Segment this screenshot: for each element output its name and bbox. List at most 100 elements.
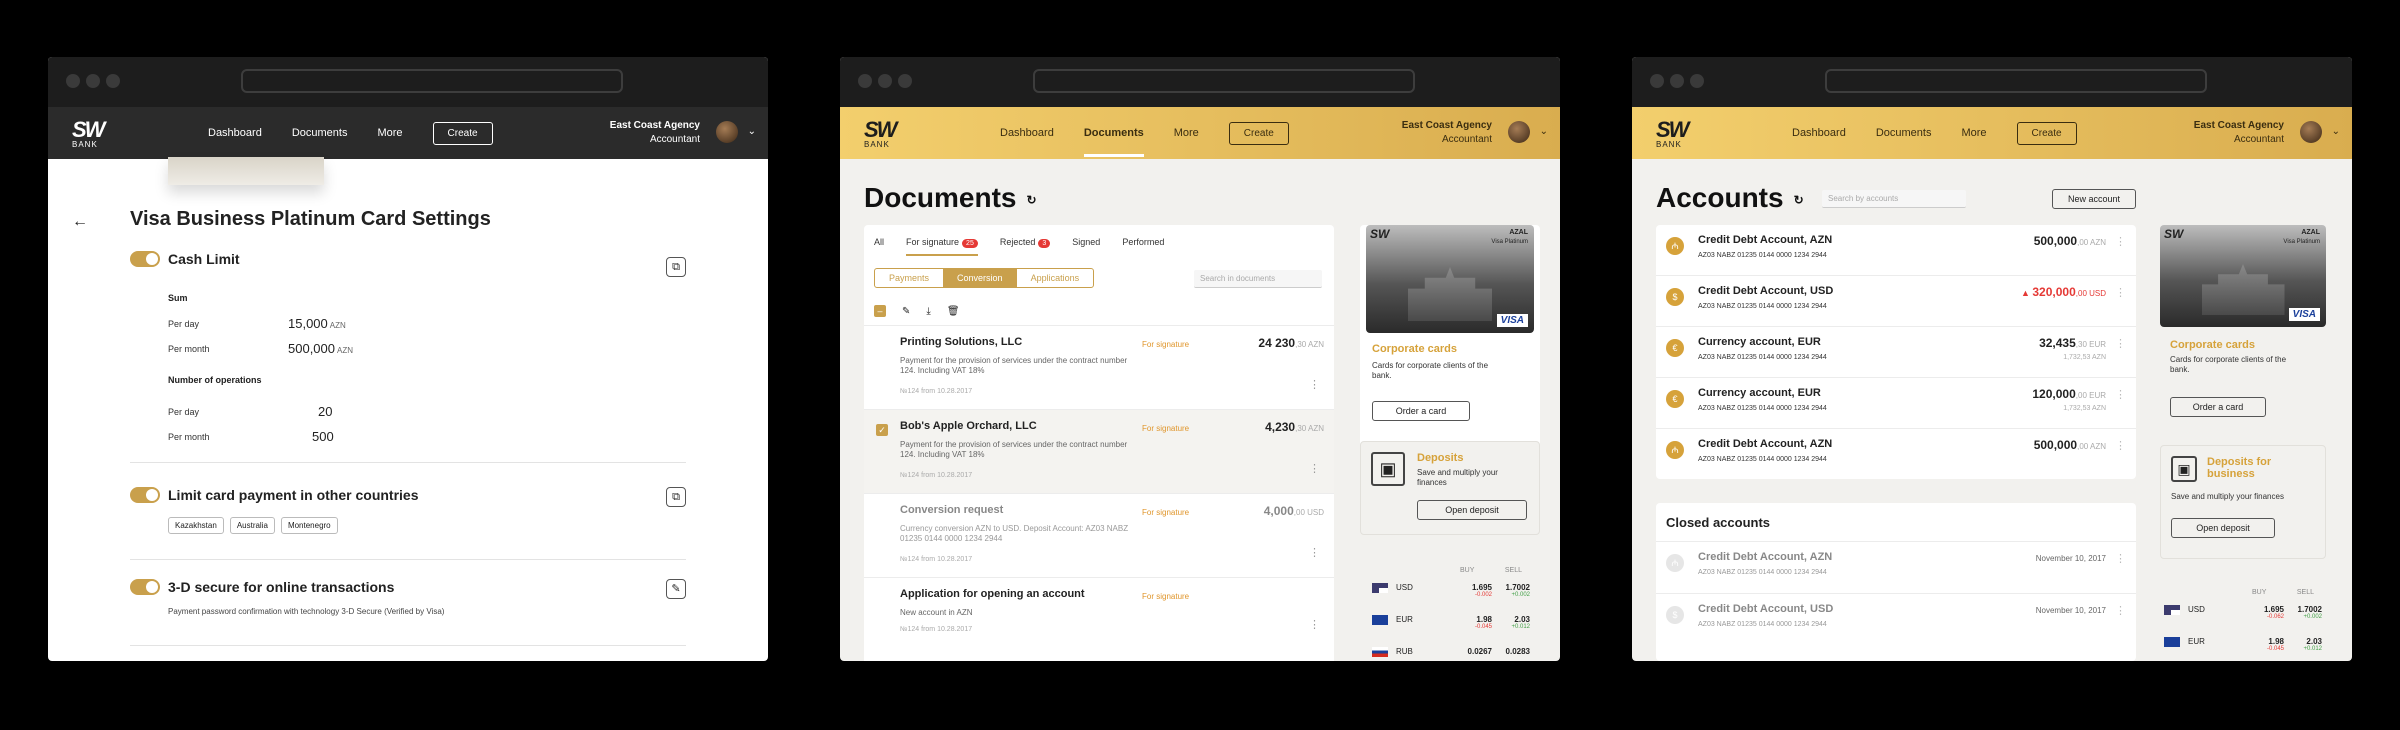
order-card-button[interactable]: Order a card (2170, 397, 2266, 417)
chevron-down-icon[interactable]: ⌄ (1540, 125, 1548, 139)
account-row[interactable]: ₼ Credit Debt Account, AZN AZ03 NABZ 01235… (1656, 428, 2136, 479)
window-dot[interactable] (1690, 74, 1704, 88)
tab-rejected[interactable]: Rejected 3 (1000, 237, 1051, 256)
chevron-down-icon[interactable]: ⌄ (2332, 125, 2340, 139)
more-icon[interactable]: ⋮ (1309, 546, 1320, 559)
country-chip[interactable]: Montenegro (280, 517, 338, 534)
copy-icon[interactable]: ⧉ (666, 257, 686, 277)
more-icon[interactable]: ⋮ (1309, 618, 1320, 631)
window-dot[interactable] (1670, 74, 1684, 88)
open-deposit-button[interactable]: Open deposit (1417, 500, 1527, 520)
nav-more[interactable]: More (1961, 127, 1986, 139)
window-dot[interactable] (86, 74, 100, 88)
more-icon[interactable]: ⋮ (2115, 552, 2126, 565)
select-all-checkbox[interactable]: – (874, 305, 886, 317)
window-dot[interactable] (66, 74, 80, 88)
window-dot[interactable] (898, 74, 912, 88)
us-flag-icon (1372, 583, 1388, 593)
bank-logo[interactable]: SW BANK (864, 119, 930, 150)
nav-dashboard[interactable]: Dashboard (1000, 127, 1054, 139)
edit-icon[interactable]: ✎ (902, 306, 910, 317)
more-icon[interactable]: ⋮ (1309, 462, 1320, 475)
nav-documents[interactable]: Documents (1876, 127, 1932, 139)
nav-more[interactable]: More (377, 127, 402, 139)
more-icon[interactable]: ⋮ (2115, 235, 2126, 248)
account-switcher[interactable]: East Coast Agency Accountant ⌄ (610, 119, 756, 147)
warning-icon: ▲ (2020, 288, 2033, 298)
ops-day-value[interactable]: 20 (318, 404, 332, 419)
tab-signed[interactable]: Signed (1072, 237, 1100, 256)
more-icon[interactable]: ⋮ (1309, 378, 1320, 391)
secure-toggle[interactable] (130, 579, 160, 595)
more-icon[interactable]: ⋮ (2115, 388, 2126, 401)
search-input[interactable]: Search by accounts (1822, 190, 1966, 208)
doc-row[interactable]: ✓ Bob's Apple Orchard, LLC Payment for t… (864, 409, 1334, 493)
new-account-button[interactable]: New account (2052, 189, 2136, 209)
more-icon[interactable]: ⋮ (2115, 439, 2126, 452)
buy-delta: -0.002 (1474, 592, 1492, 598)
ops-month-value[interactable]: 500 (312, 429, 334, 444)
create-button[interactable]: Create (432, 121, 493, 145)
more-icon[interactable]: ⋮ (2115, 337, 2126, 350)
country-chip[interactable]: Kazakhstan (168, 517, 224, 534)
open-deposit-button[interactable]: Open deposit (2171, 518, 2275, 538)
account-switcher[interactable]: East Coast Agency Accountant ⌄ (1402, 119, 1548, 147)
seg-conversion[interactable]: Conversion (943, 269, 1017, 287)
nav-documents[interactable]: Documents (292, 127, 348, 139)
closed-account-row[interactable]: $ Credit Debt Account, USD AZ03 NABZ 01235… (1656, 593, 2136, 645)
seg-payments[interactable]: Payments (875, 269, 943, 287)
address-bar[interactable] (241, 69, 623, 93)
back-arrow-icon[interactable]: ← (72, 213, 88, 231)
address-bar[interactable] (1825, 69, 2207, 93)
nav-dashboard[interactable]: Dashboard (1792, 127, 1846, 139)
refresh-icon[interactable]: ↻ (1794, 193, 1804, 207)
sell-rate: 2.03 (2306, 637, 2322, 646)
account-row[interactable]: € Currency account, EUR AZ03 NABZ 01235 01… (1656, 377, 2136, 428)
documents-panel: All For signature 25 Rejected 3 Signed Per… (864, 225, 1334, 661)
copy-icon[interactable]: ⧉ (666, 487, 686, 507)
chevron-down-icon[interactable]: ⌄ (748, 125, 756, 139)
tab-performed[interactable]: Performed (1122, 237, 1164, 256)
country-chip[interactable]: Australia (229, 517, 275, 534)
cash-limit-toggle[interactable] (130, 251, 160, 267)
sum-month-value[interactable]: 500,000 (288, 341, 335, 356)
account-row[interactable]: $ Credit Debt Account, USD AZ03 NABZ 01235… (1656, 275, 2136, 326)
window-dot[interactable] (878, 74, 892, 88)
tab-for-signature[interactable]: For signature 25 (906, 237, 978, 256)
search-input[interactable]: Search in documents (1194, 270, 1322, 288)
trash-icon[interactable]: 🗑 (947, 306, 960, 317)
window-dot[interactable] (106, 74, 120, 88)
window-dot[interactable] (1650, 74, 1664, 88)
nav-dashboard[interactable]: Dashboard (208, 127, 262, 139)
row-checkbox[interactable]: ✓ (876, 424, 888, 436)
download-icon[interactable]: ⤓ (926, 306, 930, 317)
more-icon[interactable]: ⋮ (2115, 604, 2126, 617)
doc-row[interactable]: Printing Solutions, LLC Payment for the … (864, 325, 1334, 409)
currency: AZN (337, 346, 353, 355)
more-icon[interactable]: ⋮ (2115, 286, 2126, 299)
doc-row[interactable]: Conversion request Currency conversion A… (864, 493, 1334, 577)
limit-countries-toggle[interactable] (130, 487, 160, 503)
window-dot[interactable] (858, 74, 872, 88)
refresh-icon[interactable]: ↻ (1026, 193, 1036, 207)
account-row[interactable]: € Currency account, EUR AZ03 NABZ 01235 01… (1656, 326, 2136, 377)
account-name: Credit Debt Account, AZN (1698, 551, 1833, 563)
tab-all[interactable]: All (874, 237, 884, 256)
order-card-button[interactable]: Order a card (1372, 401, 1470, 421)
edit-icon[interactable]: ✎ (666, 579, 686, 599)
doc-row[interactable]: Application for opening an account New a… (864, 577, 1334, 661)
sum-day-value[interactable]: 15,000 (288, 316, 328, 331)
bank-logo[interactable]: SW BANK (72, 119, 138, 150)
account-switcher[interactable]: East Coast Agency Accountant ⌄ (2194, 119, 2340, 147)
account-row[interactable]: ₼ Credit Debt Account, AZN AZ03 NABZ 01235… (1656, 225, 2136, 275)
nav-more[interactable]: More (1174, 127, 1199, 139)
create-button[interactable]: Create (2016, 121, 2077, 145)
create-button[interactable]: Create (1228, 121, 1289, 145)
closed-account-row[interactable]: ₼ Credit Debt Account, AZN AZ03 NABZ 01235… (1656, 541, 2136, 593)
bank-logo[interactable]: SW BANK (1656, 119, 1722, 150)
seg-applications[interactable]: Applications (1017, 269, 1094, 287)
address-bar[interactable] (1033, 69, 1415, 93)
nav-documents[interactable]: Documents (1083, 109, 1144, 157)
account-balance: 500,000,00 AZN (2034, 438, 2106, 452)
buy-delta: -0.062 (2266, 614, 2284, 620)
